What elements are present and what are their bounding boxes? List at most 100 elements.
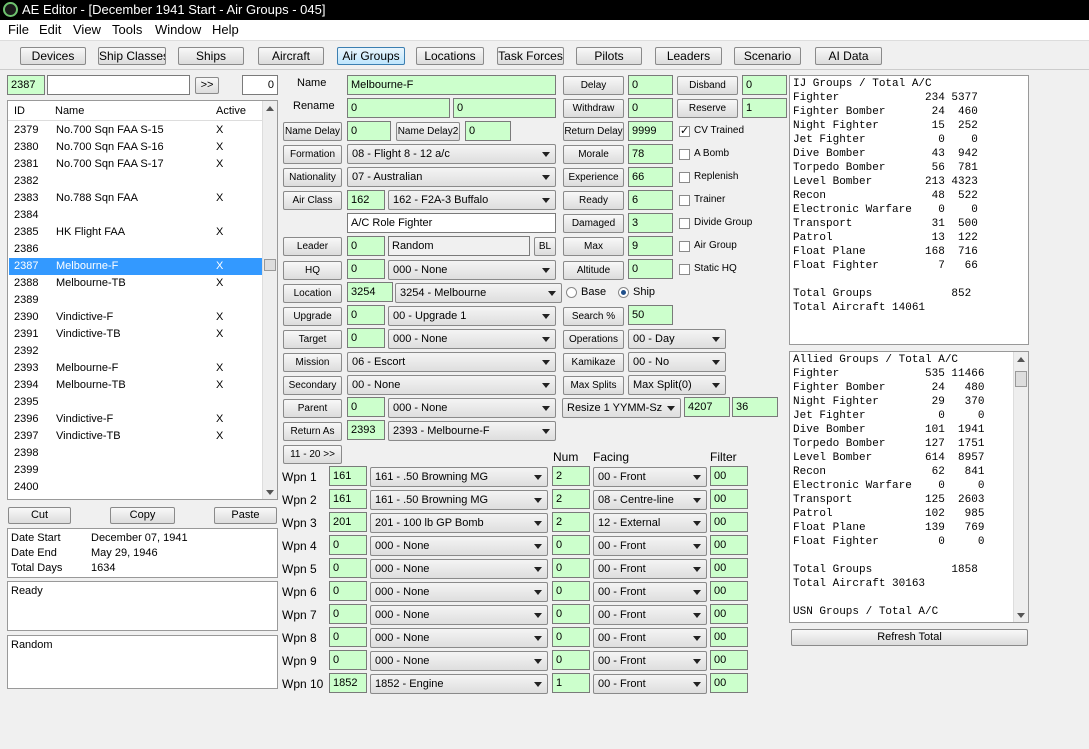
- scroll-up-arrow-icon[interactable]: [1017, 357, 1025, 362]
- list-item[interactable]: 2389: [9, 292, 262, 309]
- checkbox-a-bomb[interactable]: [679, 149, 690, 160]
- list-scrollbar[interactable]: [262, 101, 277, 499]
- withdraw-field[interactable]: 0: [628, 98, 673, 118]
- altitude-button[interactable]: Altitude: [563, 261, 624, 280]
- resize-select[interactable]: Resize 1 YYMM-Sz: [562, 398, 681, 418]
- weapon-id-field[interactable]: 201: [329, 512, 367, 532]
- weapon-select[interactable]: 000 - None: [370, 559, 548, 579]
- air-class-id-field[interactable]: 162: [347, 190, 385, 210]
- weapon-facing-select[interactable]: 12 - External: [593, 513, 707, 533]
- tab-scenario[interactable]: Scenario: [734, 47, 801, 65]
- weapon-id-field[interactable]: 0: [329, 627, 367, 647]
- weapon-select[interactable]: 161 - .50 Browning MG: [370, 467, 548, 487]
- list-item[interactable]: 2390 Vindictive-F X: [9, 309, 262, 326]
- weapon-id-field[interactable]: 161: [329, 466, 367, 486]
- weapon-filter-field[interactable]: 00: [710, 673, 748, 693]
- column-header-id[interactable]: ID: [14, 105, 25, 117]
- weapon-facing-select[interactable]: 00 - Front: [593, 536, 707, 556]
- menu-help[interactable]: Help: [212, 22, 239, 37]
- list-item[interactable]: 2384: [9, 207, 262, 224]
- menu-tools[interactable]: Tools: [112, 22, 142, 37]
- upgrade-button[interactable]: Upgrade: [283, 307, 342, 326]
- resize-value-1[interactable]: 4207: [684, 397, 730, 417]
- delay-button[interactable]: Delay: [563, 76, 624, 95]
- name-delay-button[interactable]: Name Delay: [283, 122, 342, 141]
- hq-select[interactable]: 000 - None: [388, 260, 556, 280]
- withdraw-button[interactable]: Withdraw: [563, 99, 624, 118]
- mission-select[interactable]: 06 - Escort: [347, 352, 556, 372]
- checkbox-air-group[interactable]: [679, 241, 690, 252]
- weapon-id-field[interactable]: 0: [329, 650, 367, 670]
- weapon-select[interactable]: 000 - None: [370, 536, 548, 556]
- tab-air-groups[interactable]: Air Groups: [337, 47, 405, 65]
- max-field[interactable]: 9: [628, 236, 673, 256]
- next-page-button[interactable]: 11 - 20 >>: [283, 445, 342, 464]
- return-as-id-field[interactable]: 2393: [347, 420, 385, 440]
- weapon-num-field[interactable]: 2: [552, 512, 590, 532]
- allied-scrollbar[interactable]: [1013, 352, 1028, 622]
- weapon-num-field[interactable]: 0: [552, 604, 590, 624]
- list-item[interactable]: 2381 No.700 Sqn FAA S-17 X: [9, 156, 262, 173]
- upgrade-id-field[interactable]: 0: [347, 305, 385, 325]
- weapon-facing-select[interactable]: 00 - Front: [593, 605, 707, 625]
- list-item[interactable]: 2391 Vindictive-TB X: [9, 326, 262, 343]
- weapon-filter-field[interactable]: 00: [710, 604, 748, 624]
- weapon-select[interactable]: 201 - 100 lb GP Bomb: [370, 513, 548, 533]
- weapon-filter-field[interactable]: 00: [710, 466, 748, 486]
- list-item[interactable]: 2380 No.700 Sqn FAA S-16 X: [9, 139, 262, 156]
- formation-button[interactable]: Formation: [283, 145, 342, 164]
- list-item[interactable]: 2382: [9, 173, 262, 190]
- weapon-id-field[interactable]: 1852: [329, 673, 367, 693]
- paste-button[interactable]: Paste: [214, 507, 277, 524]
- ready-field[interactable]: 6: [628, 190, 673, 210]
- scroll-down-arrow-icon[interactable]: [266, 490, 274, 495]
- ship-radio[interactable]: [618, 287, 629, 298]
- disband-field[interactable]: 0: [742, 75, 787, 95]
- nationality-button[interactable]: Nationality: [283, 168, 342, 187]
- scroll-thumb[interactable]: [264, 259, 276, 271]
- morale-button[interactable]: Morale: [563, 145, 624, 164]
- refresh-total-button[interactable]: Refresh Total: [791, 629, 1028, 646]
- weapon-select[interactable]: 161 - .50 Browning MG: [370, 490, 548, 510]
- tab-task-forces[interactable]: Task Forces: [497, 47, 564, 65]
- weapon-id-field[interactable]: 161: [329, 489, 367, 509]
- search-percent-field[interactable]: 50: [628, 305, 673, 325]
- scroll-up-arrow-icon[interactable]: [266, 106, 274, 111]
- reserve-button[interactable]: Reserve: [677, 99, 738, 118]
- weapon-select[interactable]: 000 - None: [370, 582, 548, 602]
- nationality-select[interactable]: 07 - Australian: [347, 167, 556, 187]
- cut-button[interactable]: Cut: [8, 507, 71, 524]
- secondary-select[interactable]: 00 - None: [347, 375, 556, 395]
- return-delay-button[interactable]: Return Delay: [563, 122, 624, 141]
- tab-ships[interactable]: Ships: [178, 47, 244, 65]
- upgrade-select[interactable]: 00 - Upgrade 1: [388, 306, 556, 326]
- return-as-select[interactable]: 2393 - Melbourne-F: [388, 421, 556, 441]
- name-delay2-button[interactable]: Name Delay2: [396, 122, 460, 141]
- altitude-field[interactable]: 0: [628, 259, 673, 279]
- tab-leaders[interactable]: Leaders: [655, 47, 722, 65]
- checkbox-static-hq[interactable]: [679, 264, 690, 275]
- checkbox-replenish[interactable]: [679, 172, 690, 183]
- weapon-filter-field[interactable]: 00: [710, 512, 748, 532]
- menu-window[interactable]: Window: [155, 22, 201, 37]
- damaged-field[interactable]: 3: [628, 213, 673, 233]
- tab-devices[interactable]: Devices: [20, 47, 86, 65]
- weapon-facing-select[interactable]: 00 - Front: [593, 651, 707, 671]
- location-button[interactable]: Location: [283, 284, 342, 303]
- kamikaze-button[interactable]: Kamikaze: [563, 353, 624, 372]
- base-radio[interactable]: [566, 287, 577, 298]
- parent-button[interactable]: Parent: [283, 399, 342, 418]
- tab-ship-classes[interactable]: Ship Classes: [98, 47, 166, 65]
- formation-select[interactable]: 08 - Flight 8 - 12 a/c: [347, 144, 556, 164]
- hq-id-field[interactable]: 0: [347, 259, 385, 279]
- list-item[interactable]: 2397 Vindictive-TB X: [9, 428, 262, 445]
- leader-id-field[interactable]: 0: [347, 236, 385, 256]
- list-item[interactable]: 2395: [9, 394, 262, 411]
- tab-aircraft[interactable]: Aircraft: [258, 47, 324, 65]
- parent-select[interactable]: 000 - None: [388, 398, 556, 418]
- weapon-id-field[interactable]: 0: [329, 558, 367, 578]
- weapon-num-field[interactable]: 0: [552, 650, 590, 670]
- air-class-select[interactable]: 162 - F2A-3 Buffalo: [388, 190, 556, 210]
- weapon-facing-select[interactable]: 08 - Centre-line: [593, 490, 707, 510]
- experience-field[interactable]: 66: [628, 167, 673, 187]
